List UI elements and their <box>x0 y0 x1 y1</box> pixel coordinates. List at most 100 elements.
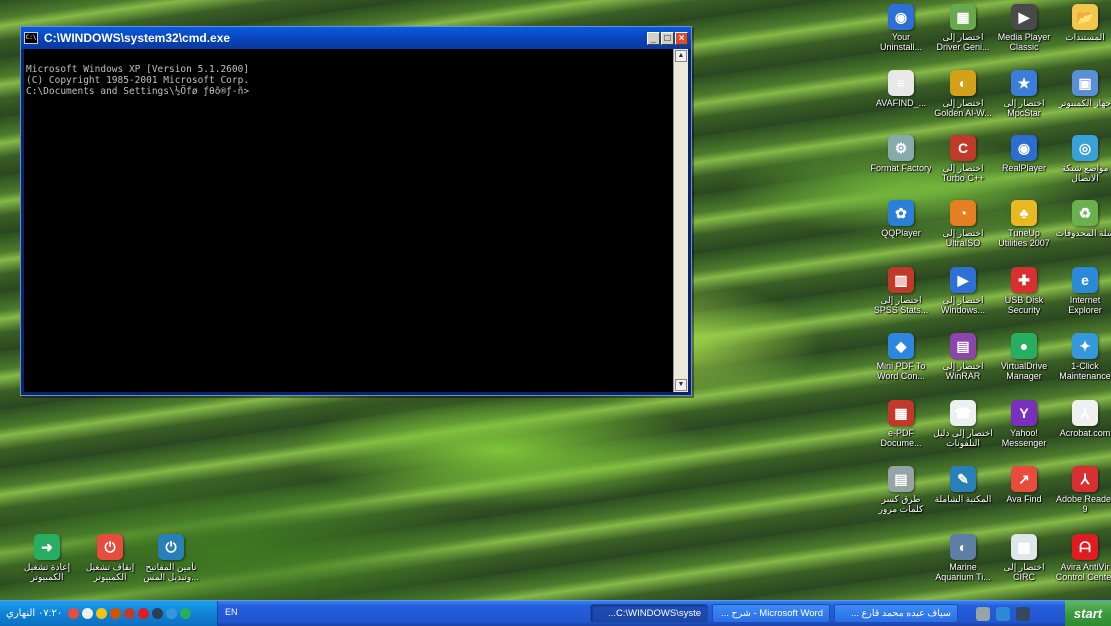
shortcut-label: سلة المحذوفات <box>1055 228 1111 238</box>
shortcut-label: e-PDF Docume... <box>880 428 922 448</box>
desktop-shortcut[interactable]: ◔ اختصار إلى UltraISO <box>932 200 994 248</box>
mpcstar-icon: ★ <box>1011 70 1037 96</box>
cmd-titlebar[interactable]: C:\ C:\WINDOWS\system32\cmd.exe _ □ × <box>21 27 691 49</box>
uninstaller-icon: ◉ <box>888 4 914 30</box>
shortcut-label: طرق كسر كلمات مرور <box>878 494 924 514</box>
desktop-shortcut[interactable]: ♻ سلة المحذوفات <box>1054 200 1111 238</box>
recycle-bin-icon: ♻ <box>1072 200 1098 226</box>
desktop-shortcut[interactable]: C اختصار إلى Turbo C++ <box>932 135 994 183</box>
desktop-shortcut[interactable]: ◎ مواضع شبكة الاتصال <box>1054 135 1111 183</box>
desktop-shortcut[interactable]: ✦ 1-Click Maintenance <box>1054 333 1111 381</box>
desktop-shortcut[interactable]: ♣ TuneUp Utilities 2007 <box>993 200 1055 248</box>
shortcut-label: اختصار إلى Golden Al-W... <box>934 98 992 118</box>
shortcut-label: تأمين المفاتيح وتبديل المس... <box>143 562 199 582</box>
shortcut-label: Mini PDF To Word Con... <box>876 361 926 381</box>
taskbar-button-word[interactable]: Microsoft Word - شرح ... <box>712 604 830 623</box>
console-output: Microsoft Windows XP [Version 5.1.2600](… <box>26 53 670 97</box>
desktop-shortcut[interactable]: Y Yahoo! Messenger <box>993 400 1055 448</box>
task-label: سياف عبده محمد قارع ... <box>851 608 951 619</box>
shortcut-label: إعادة تشغيل الكمبيوتر <box>23 562 71 582</box>
library-icon: ✎ <box>950 466 976 492</box>
window-title: C:\WINDOWS\system32\cmd.exe <box>44 31 231 45</box>
tray-icon[interactable] <box>124 608 136 619</box>
close-button[interactable]: × <box>675 31 688 45</box>
console-area[interactable]: Microsoft Windows XP [Version 5.1.2600](… <box>24 49 688 392</box>
shortcut-label: اختصار إلى دليل التلفونات <box>933 428 993 448</box>
desktop-shortcut[interactable]: ▦ اختصار إلى Driver Geni... <box>932 4 994 52</box>
desktop-shortcut[interactable]: ⏻ إيقاف تشغيل الكمبيوتر <box>79 534 141 582</box>
desktop-shortcut[interactable]: ◆ Mini PDF To Word Con... <box>870 333 932 381</box>
desktop-shortcut[interactable]: ⚙ Format Factory <box>870 135 932 173</box>
desktop-shortcut[interactable]: e Internet Explorer <box>1054 267 1111 315</box>
volume-tray-icon[interactable] <box>180 608 192 619</box>
maximize-button[interactable]: □ <box>661 31 674 45</box>
desktop-shortcut[interactable]: ✿ QQPlayer <box>870 200 932 238</box>
desktop-shortcut[interactable]: ● VirtualDrive Manager <box>993 333 1055 381</box>
tray-icon[interactable] <box>110 608 122 619</box>
desktop-shortcut[interactable]: ◐ اختصار إلى Golden Al-W... <box>932 70 994 118</box>
desktop-shortcut[interactable]: ◉ RealPlayer <box>993 135 1055 173</box>
shortcut-label: VirtualDrive Manager <box>1000 361 1048 381</box>
taskbar: ٠٧:٢٠ النهاري EN C:\WINDOWS\syste... Mic… <box>0 600 1111 626</box>
language-indicator[interactable]: EN <box>225 607 238 617</box>
shortcut-label: AVAFIND_... <box>875 98 927 108</box>
desktop-shortcut[interactable]: ⅄ Adobe Reader 9 <box>1054 466 1111 514</box>
acrobat-com-icon: ⅄ <box>1072 400 1098 426</box>
shortcut-label: اختصار إلى Windows... <box>940 295 985 315</box>
usb-security-tray-icon[interactable] <box>68 608 80 619</box>
desktop-shortcut[interactable]: ↗ Ava Find <box>993 466 1055 504</box>
tray-icon[interactable] <box>166 608 178 619</box>
virtualdrive-icon: ● <box>1011 333 1037 359</box>
start-label: start <box>1073 606 1103 621</box>
circ-icon: ▦ <box>1011 534 1037 560</box>
shortcut-label: Format Factory <box>870 163 932 173</box>
ava-find-icon: ↗ <box>1011 466 1037 492</box>
desktop-shortcut[interactable]: ▤ طرق كسر كلمات مرور <box>870 466 932 514</box>
taskbar-button-folder[interactable]: سياف عبده محمد قارع ... <box>834 604 958 623</box>
desktop-shortcut[interactable]: ◐ Marine Aquarium Ti... <box>932 534 994 582</box>
desktop-shortcut[interactable]: ▦ اختصار إلى CIRC <box>993 534 1055 582</box>
tray-icon[interactable] <box>96 608 108 619</box>
desktop-shortcut[interactable]: ▶ اختصار إلى Windows... <box>932 267 994 315</box>
document-icon: ▤ <box>888 466 914 492</box>
start-button[interactable]: start <box>1065 601 1111 626</box>
desktop-shortcut[interactable]: ➜ إعادة تشغيل الكمبيوتر <box>16 534 78 582</box>
desktop-shortcut[interactable]: ▦ e-PDF Docume... <box>870 400 932 448</box>
shortcut-label: اختصار إلى MpcStar <box>1003 98 1045 118</box>
taskbar-button-cmd[interactable]: C:\WINDOWS\syste... <box>590 604 708 623</box>
avira-tray-icon[interactable] <box>138 608 150 619</box>
network-icon: ◎ <box>1072 135 1098 161</box>
tray-icon[interactable] <box>152 608 164 619</box>
desktop-shortcut[interactable]: ⏻ تأمين المفاتيح وتبديل المس... <box>140 534 202 582</box>
scroll-up-button[interactable]: ▲ <box>675 50 687 62</box>
desktop-shortcut[interactable]: ≡ AVAFIND_... <box>870 70 932 108</box>
minimize-button[interactable]: _ <box>647 31 660 45</box>
shortcut-label: QQPlayer <box>881 228 921 238</box>
usb-security-icon: ✚ <box>1011 267 1037 293</box>
desktop-shortcut[interactable]: 📂 المستندات <box>1054 4 1111 42</box>
scroll-down-button[interactable]: ▼ <box>675 379 687 391</box>
desktop-shortcut[interactable]: ☎ اختصار إلى دليل التلفونات <box>932 400 994 448</box>
cmd-window[interactable]: C:\ C:\WINDOWS\system32\cmd.exe _ □ × Mi… <box>20 26 692 396</box>
tuneup-icon: ♣ <box>1011 200 1037 226</box>
desktop-shortcut[interactable]: ▶ Media Player Classic <box>993 4 1055 52</box>
shortcut-label: Your Uninstall... <box>879 32 923 52</box>
desktop-shortcut[interactable]: ᗩ Avira AntiVir Control Center <box>1054 534 1111 582</box>
network-tray-icon[interactable] <box>82 608 94 619</box>
desktop-shortcut[interactable]: ◉ Your Uninstall... <box>870 4 932 52</box>
desktop-shortcut[interactable]: ⅄ Acrobat.com <box>1054 400 1111 438</box>
desktop-icon[interactable] <box>976 606 990 621</box>
desktop-shortcut[interactable]: ▤ اختصار إلى WinRAR <box>932 333 994 381</box>
desktop-shortcut[interactable]: ★ اختصار إلى MpcStar <box>993 70 1055 118</box>
console-line: Microsoft Windows XP [Version 5.1.2600] <box>26 64 250 75</box>
restart-icon: ➜ <box>34 534 60 560</box>
desktop-shortcut[interactable]: ▣ جهاز الكمبيوتر <box>1054 70 1111 108</box>
internet-explorer-icon[interactable] <box>996 606 1010 621</box>
vertical-scrollbar[interactable]: ▲ ▼ <box>673 49 688 392</box>
media-icon[interactable] <box>1016 606 1030 621</box>
desktop-shortcut[interactable]: ▥ اختصار إلى SPSS Stats... <box>870 267 932 315</box>
shortcut-label: Ava Find <box>1006 494 1042 504</box>
desktop-shortcut[interactable]: ✎ المكتبة الشاملة <box>932 466 994 504</box>
clock[interactable]: ٠٧:٢٠ النهاري <box>6 608 62 619</box>
desktop-shortcut[interactable]: ✚ USB Disk Security <box>993 267 1055 315</box>
